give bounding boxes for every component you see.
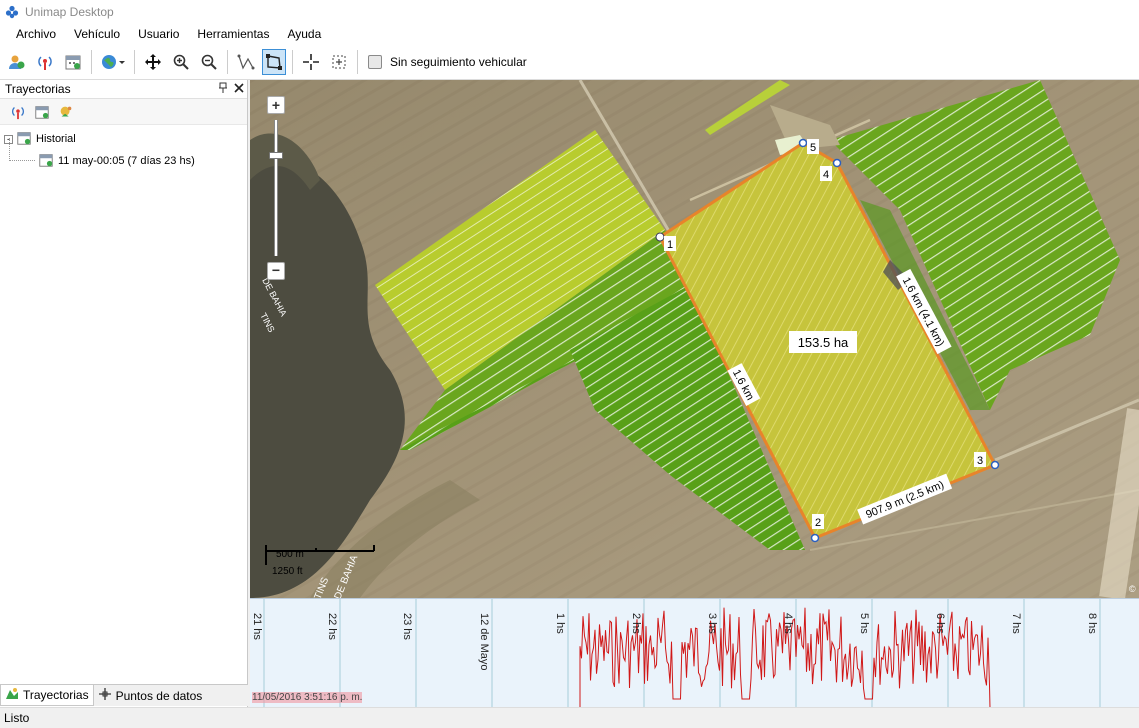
tab-label: Puntos de datos xyxy=(115,688,203,703)
tab-label: Trayectorias xyxy=(23,688,89,702)
menu-usuario[interactable]: Usuario xyxy=(129,23,188,45)
timeline-label: 22 hs xyxy=(326,613,338,640)
vertex-label-3: 3 xyxy=(974,452,986,467)
pin-icon[interactable] xyxy=(215,82,231,97)
vertex-handle[interactable] xyxy=(832,158,842,168)
menu-herramientas[interactable]: Herramientas xyxy=(188,23,278,45)
toolbar-separator xyxy=(227,50,228,74)
vertex-label-1: 1 xyxy=(664,236,676,251)
timeline-label: 7 hs xyxy=(1010,613,1022,634)
menu-ayuda[interactable]: Ayuda xyxy=(278,23,330,45)
panel-title: Trayectorias xyxy=(5,82,71,96)
vertex-label-2: 2 xyxy=(812,514,824,529)
timeline-date: 11/05/2016 3:51:16 p. m. xyxy=(252,692,363,703)
tree-node-historial[interactable]: - Historial xyxy=(0,128,247,150)
points-icon xyxy=(98,687,112,704)
menu-bar: Archivo Vehículo Usuario Herramientas Ay… xyxy=(0,23,1139,45)
close-icon[interactable] xyxy=(231,82,247,96)
vehicle-tracking-checkbox[interactable] xyxy=(368,55,382,69)
timeline-label: 23 hs xyxy=(401,613,413,640)
globe-icon[interactable] xyxy=(98,49,128,75)
menu-vehiculo[interactable]: Vehículo xyxy=(65,23,129,45)
vertex-label-5: 5 xyxy=(807,139,819,154)
timeline-panel[interactable]: 21 hs 22 hs 23 hs 12 de Mayo 1 hs 2 hs 3… xyxy=(250,598,1139,707)
timeline-label: 12 de Mayo xyxy=(478,613,490,671)
main-toolbar: Sin seguimiento vehicular xyxy=(0,45,1139,80)
calendar-icon[interactable] xyxy=(61,49,85,75)
panel-tabs: Trayectorias Puntos de datos xyxy=(0,684,248,706)
copyright-text: © xyxy=(1129,584,1136,594)
svg-text:4: 4 xyxy=(823,169,829,181)
tab-trayectorias[interactable]: Trayectorias xyxy=(0,685,94,706)
calendar-icon xyxy=(38,152,54,171)
vertex-handle[interactable] xyxy=(990,460,1000,470)
select-region-icon[interactable] xyxy=(327,49,351,75)
measure-line-icon[interactable] xyxy=(234,49,258,75)
timeline-label: 1 hs xyxy=(554,613,566,634)
tree-connector xyxy=(9,138,35,161)
vertex-handle[interactable] xyxy=(655,232,665,242)
calendar-icon[interactable] xyxy=(32,102,52,122)
vertex-handle[interactable] xyxy=(810,533,820,543)
timeline-label: 3 hs xyxy=(706,613,718,634)
speed-trace xyxy=(579,607,991,707)
timeline-label: 2 hs xyxy=(630,613,642,634)
svg-text:1: 1 xyxy=(667,239,673,251)
zoom-slider-track[interactable] xyxy=(274,120,278,256)
map-icon xyxy=(5,687,19,704)
trajectory-tree: - Historial 11 may-00:05 (7 días 23 hs) xyxy=(0,125,247,172)
map-view[interactable]: 1 2 3 4 5 153.5 ha 1.6 km 1.6 km (4.1 km… xyxy=(250,80,1139,598)
zoom-in-icon[interactable] xyxy=(169,49,193,75)
tree-node-trajectory[interactable]: 11 may-00:05 (7 días 23 hs) xyxy=(0,138,247,172)
panel-header: Trayectorias xyxy=(0,80,247,99)
window-title: Unimap Desktop xyxy=(25,4,114,19)
tab-puntos-de-datos[interactable]: Puntos de datos xyxy=(94,685,207,706)
zoom-slider-handle[interactable] xyxy=(269,152,283,159)
users-icon[interactable] xyxy=(5,49,29,75)
vertex-handle[interactable] xyxy=(798,138,808,148)
trajectories-panel: Trayectorias - Historial 11 may-00:05 (7… xyxy=(0,80,248,707)
svg-text:3: 3 xyxy=(977,455,983,467)
vehicle-icon[interactable] xyxy=(56,102,76,122)
tree-label: Historial xyxy=(36,133,76,145)
toolbar-separator xyxy=(91,50,92,74)
timeline-label: 21 hs xyxy=(251,613,263,640)
antenna-icon[interactable] xyxy=(33,49,57,75)
menu-archivo[interactable]: Archivo xyxy=(7,23,65,45)
timeline-label: 6 hs xyxy=(934,613,946,634)
app-logo-icon xyxy=(4,4,20,20)
measure-area-icon[interactable] xyxy=(262,49,286,75)
panel-toolbar xyxy=(0,99,247,125)
vertex-label-4: 4 xyxy=(820,166,832,181)
timeline-label: 4 hs xyxy=(782,613,794,634)
toolbar-separator xyxy=(134,50,135,74)
zoom-control: + − xyxy=(267,96,285,282)
crosshair-icon[interactable] xyxy=(299,49,323,75)
map-canvas[interactable]: 1 2 3 4 5 153.5 ha 1.6 km 1.6 km (4.1 km… xyxy=(250,80,1139,598)
svg-text:153.5 ha: 153.5 ha xyxy=(798,335,849,350)
zoom-out-button[interactable]: − xyxy=(267,262,285,280)
svg-text:5: 5 xyxy=(810,142,816,154)
area-label: 153.5 ha xyxy=(789,331,857,353)
svg-text:500 m: 500 m xyxy=(276,549,304,560)
antenna-icon[interactable] xyxy=(8,102,28,122)
toolbar-separator xyxy=(357,50,358,74)
svg-text:1250 ft: 1250 ft xyxy=(272,566,303,577)
zoom-in-button[interactable]: + xyxy=(267,96,285,114)
status-bar: Listo xyxy=(0,707,1139,727)
timeline-label: 8 hs xyxy=(1086,613,1098,634)
pan-icon[interactable] xyxy=(141,49,165,75)
vehicle-tracking-label: Sin seguimiento vehicular xyxy=(390,55,527,69)
svg-text:2: 2 xyxy=(815,517,821,529)
zoom-out-icon[interactable] xyxy=(197,49,221,75)
timeline-label: 5 hs xyxy=(858,613,870,634)
toolbar-separator xyxy=(292,50,293,74)
title-bar: Unimap Desktop xyxy=(0,0,1139,23)
tree-label: 11 may-00:05 (7 días 23 hs) xyxy=(58,155,195,167)
